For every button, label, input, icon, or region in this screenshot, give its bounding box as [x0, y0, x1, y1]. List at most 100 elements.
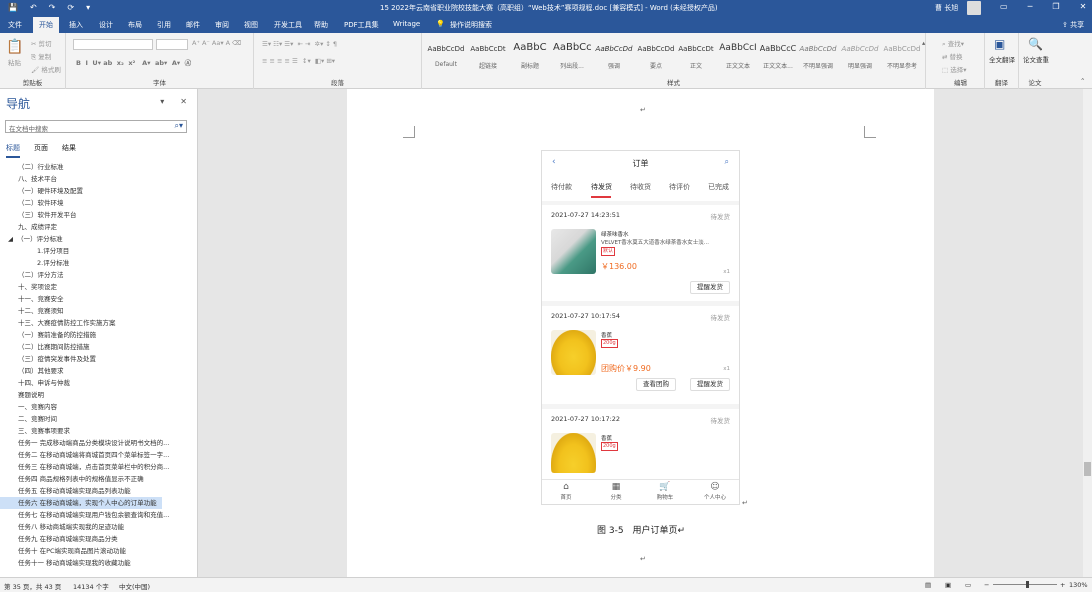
- user-name[interactable]: 曹 长旭: [935, 3, 958, 13]
- refresh-icon[interactable]: ⟳: [67, 3, 74, 12]
- language[interactable]: 中文(中国): [119, 581, 150, 591]
- customize-icon[interactable]: ▾: [86, 3, 90, 12]
- nav-heading-item[interactable]: 十三、大赛疫情防控工作实施方案: [0, 317, 190, 329]
- style-emphasis[interactable]: AaBbCcDd 强调: [594, 38, 634, 72]
- nav-heading-item[interactable]: （三）软件开发平台: [0, 209, 190, 221]
- tab-layout[interactable]: 布局: [128, 20, 142, 30]
- collapse-triangle-icon[interactable]: ◢: [8, 235, 15, 243]
- nav-heading-item-selected[interactable]: 任务六 在移动商城端，实现个人中心的订单功能: [0, 497, 162, 509]
- nav-heading-item[interactable]: （二）软件环境: [0, 197, 190, 209]
- nav-heading-item[interactable]: 一、竞赛内容: [0, 401, 190, 413]
- font-name-combo[interactable]: [73, 39, 153, 50]
- undo-icon[interactable]: ↶: [30, 3, 37, 12]
- nav-close-icon[interactable]: ✕: [180, 97, 187, 106]
- style-subtle-emphasis[interactable]: AaBbCcDd 不明显强调: [798, 38, 838, 72]
- page-count[interactable]: 第 35 页，共 43 页: [4, 581, 61, 591]
- minimize-icon[interactable]: ─: [1028, 2, 1033, 11]
- zoom-in-icon[interactable]: +: [1060, 581, 1065, 589]
- web-layout-icon[interactable]: ▭: [965, 581, 971, 589]
- style-hyperlink[interactable]: AaBbCcDt 超链接: [468, 38, 508, 72]
- style-key-point[interactable]: AaBbCcDd 要点: [636, 38, 676, 72]
- select-button[interactable]: ⬚ 选择▾: [942, 64, 966, 74]
- nav-heading-item[interactable]: （一）赛前准备的防控措施: [0, 329, 190, 341]
- nav-heading-item[interactable]: 十二、竞赛须知: [0, 305, 190, 317]
- zoom-out-icon[interactable]: −: [984, 581, 989, 589]
- nav-heading-item[interactable]: 三、竞赛事项要求: [0, 425, 190, 437]
- nav-heading-item[interactable]: 任务五 在移动商城端实现商品列表功能: [0, 485, 190, 497]
- tell-me-search[interactable]: 操作说明搜索: [450, 20, 492, 30]
- translate-button[interactable]: 全文翻译: [988, 57, 1016, 64]
- paste-icon[interactable]: 📋: [6, 39, 23, 55]
- paste-button[interactable]: 粘贴: [8, 57, 21, 67]
- nav-tab-results[interactable]: 结果: [62, 143, 76, 158]
- nav-heading-item[interactable]: 2.评分标准: [0, 257, 190, 269]
- share-button[interactable]: ⇪ 共享: [1062, 20, 1084, 30]
- nav-heading-item[interactable]: 任务一 完成移动端商品分类模块设计说明书文档的...: [0, 437, 190, 449]
- tab-insert[interactable]: 插入: [69, 20, 83, 30]
- nav-tab-pages[interactable]: 页面: [34, 143, 48, 158]
- replace-button[interactable]: ⇄ 替换: [942, 51, 963, 61]
- nav-heading-item[interactable]: 十四、申诉与仲裁: [0, 377, 190, 389]
- style-subtle-reference[interactable]: AaBbCcDd 不明显参考: [882, 38, 922, 72]
- search-icon[interactable]: ⌕▾: [175, 121, 184, 131]
- nav-heading-item[interactable]: ◢ （一）评分标准: [0, 233, 190, 245]
- copy-button[interactable]: ⎘ 复制: [31, 51, 51, 62]
- read-mode-icon[interactable]: ▤: [925, 581, 931, 589]
- font-size-combo[interactable]: [156, 39, 188, 50]
- nav-heading-item[interactable]: 任务四 商品规格列表中的规格值显示不正确: [0, 473, 190, 485]
- nav-heading-item[interactable]: （二）比赛期间防控措施: [0, 341, 190, 353]
- nav-heading-item[interactable]: 十、奖项设定: [0, 281, 190, 293]
- ribbon-options-icon[interactable]: ▭: [1000, 2, 1008, 11]
- zoom-slider[interactable]: [993, 584, 1057, 585]
- paper-check-button[interactable]: 论文查重: [1022, 57, 1050, 64]
- tab-file[interactable]: 文件: [8, 20, 22, 30]
- tab-references[interactable]: 引用: [157, 20, 171, 30]
- styles-scroll-icon[interactable]: ▴: [922, 39, 925, 47]
- tab-mailings[interactable]: 邮件: [186, 20, 200, 30]
- nav-heading-item[interactable]: 任务八 移动商城端实现我的足迹功能: [0, 521, 190, 533]
- redo-icon[interactable]: ↷: [49, 3, 56, 12]
- tab-help[interactable]: 帮助: [314, 20, 328, 30]
- restore-icon[interactable]: ❐: [1052, 2, 1059, 11]
- document-page[interactable]: ↵ ‹ 订单 ⌕ 待付款 待发货 待收货 待评价 已完成 2021-07-27 …: [347, 89, 934, 577]
- list-buttons[interactable]: ☰▾ ☷▾ ☰▾ ⇤ ⇥ ✲▾ ↕ ¶: [262, 40, 337, 48]
- scrollbar-thumb[interactable]: [1084, 462, 1091, 476]
- zoom-slider-handle[interactable]: [1026, 581, 1029, 588]
- tab-view[interactable]: 视图: [244, 20, 258, 30]
- font-format-buttons[interactable]: B I U▾ ab x₂ x² A▾ ab▾ A▾ Ⓐ: [76, 57, 191, 67]
- nav-heading-item[interactable]: 十一、竞赛安全: [0, 293, 190, 305]
- save-icon[interactable]: 💾: [8, 3, 18, 12]
- tab-developer[interactable]: 开发工具: [274, 20, 302, 30]
- tab-review[interactable]: 审阅: [215, 20, 229, 30]
- document-area[interactable]: ↵ ‹ 订单 ⌕ 待付款 待发货 待收货 待评价 已完成 2021-07-27 …: [199, 89, 1083, 577]
- format-painter-button[interactable]: 🖌 格式刷: [31, 64, 61, 74]
- nav-heading-item[interactable]: 任务十一 移动商城端实现我的收藏功能: [0, 557, 190, 569]
- align-buttons[interactable]: ≡ ≡ ≡ ≡ ☰ ↕▾ ◧▾ ⊞▾: [262, 57, 335, 65]
- style-body-text[interactable]: AaBbCcI 正文文本: [718, 38, 758, 72]
- tab-design[interactable]: 设计: [99, 20, 113, 30]
- nav-heading-item[interactable]: 1.评分项目: [0, 245, 190, 257]
- translate-icon[interactable]: ▣: [994, 37, 1005, 51]
- style-subtitle[interactable]: AaBbC 副标题: [510, 38, 550, 72]
- nav-heading-item[interactable]: 九、成绩评定: [0, 221, 190, 233]
- find-button[interactable]: ⌕ 查找▾: [942, 38, 964, 49]
- nav-heading-item[interactable]: （二）评分方法: [0, 269, 190, 281]
- nav-heading-item[interactable]: 任务三 在移动商城端，点击首页菜单栏中的积分商...: [0, 461, 190, 473]
- nav-heading-item[interactable]: 赛题说明: [0, 389, 190, 401]
- nav-heading-item[interactable]: （三）疫情突发事件及处置: [0, 353, 190, 365]
- nav-heading-item[interactable]: （二）行业标准: [0, 161, 190, 173]
- nav-tab-headings[interactable]: 标题: [6, 143, 20, 158]
- paper-check-icon[interactable]: 🔍: [1028, 37, 1043, 51]
- nav-heading-item[interactable]: 八、技术平台: [0, 173, 190, 185]
- print-layout-icon[interactable]: ▣: [945, 581, 951, 589]
- nav-heading-item[interactable]: 任务二 在移动商城端将商城首页四个菜单标签一字...: [0, 449, 190, 461]
- tab-home[interactable]: 开始: [33, 17, 59, 33]
- tab-writage[interactable]: Writage: [393, 20, 420, 28]
- close-icon[interactable]: ✕: [1080, 2, 1087, 11]
- nav-heading-item[interactable]: 任务七 在移动商城端实现用户钱包余额查询和充值...: [0, 509, 190, 521]
- font-size-controls[interactable]: A⁺ A⁻ Aa▾ A ⌫: [192, 39, 241, 47]
- collapse-ribbon-icon[interactable]: ⌃: [1080, 77, 1085, 85]
- cut-button[interactable]: ✂ 剪切: [31, 38, 52, 48]
- style-default[interactable]: AaBbCcDd Default: [426, 38, 466, 72]
- nav-heading-item[interactable]: （四）其他要求: [0, 365, 190, 377]
